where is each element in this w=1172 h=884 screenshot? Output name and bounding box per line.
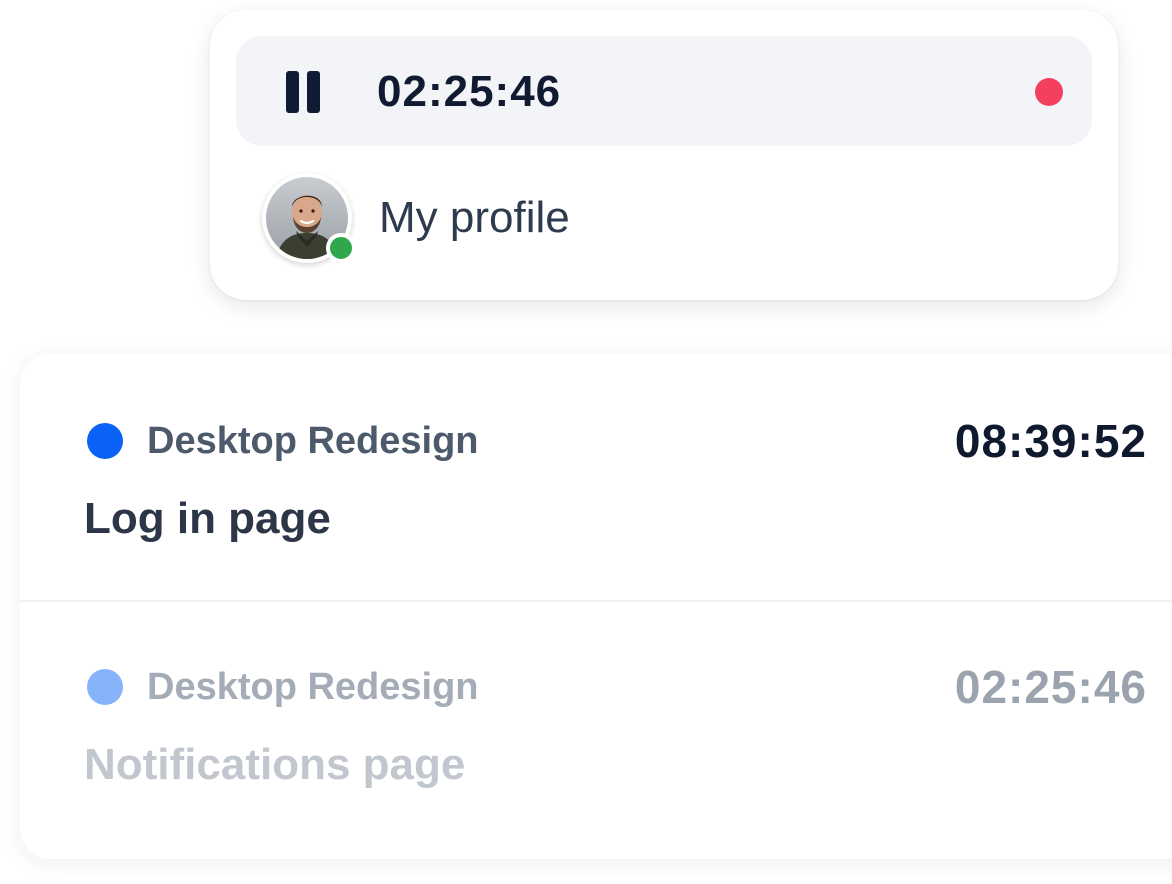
- pause-icon-bar-right: [307, 71, 320, 113]
- task-name: Log in page: [84, 494, 331, 543]
- project-name: Desktop Redesign: [147, 666, 479, 708]
- task-duration: 02:25:46: [954, 661, 1147, 713]
- project-name: Desktop Redesign: [147, 420, 479, 462]
- project-color-dot-icon: [87, 669, 123, 705]
- my-profile-link[interactable]: My profile: [262, 173, 862, 263]
- recording-indicator-icon: [1035, 78, 1063, 106]
- online-status-icon: [326, 233, 356, 263]
- task-name: Notifications page: [84, 740, 466, 789]
- task-row[interactable]: Desktop Redesign Log in page 08:39:52: [20, 354, 1172, 601]
- task-duration: 08:39:52: [954, 415, 1147, 467]
- my-profile-label: My profile: [379, 193, 570, 242]
- active-timer-bar: 02:25:46: [236, 36, 1092, 146]
- task-list: Desktop Redesign Log in page 08:39:52 De…: [20, 354, 1172, 859]
- avatar[interactable]: [262, 173, 356, 263]
- pause-button[interactable]: [286, 71, 320, 113]
- timer-value: 02:25:46: [377, 67, 562, 116]
- project-color-dot-icon: [87, 423, 123, 459]
- pause-icon-bar-left: [286, 71, 299, 113]
- task-row[interactable]: Desktop Redesign Notifications page 02:2…: [20, 602, 1172, 859]
- timer-widget: 02:25:46 My profile: [210, 10, 1118, 300]
